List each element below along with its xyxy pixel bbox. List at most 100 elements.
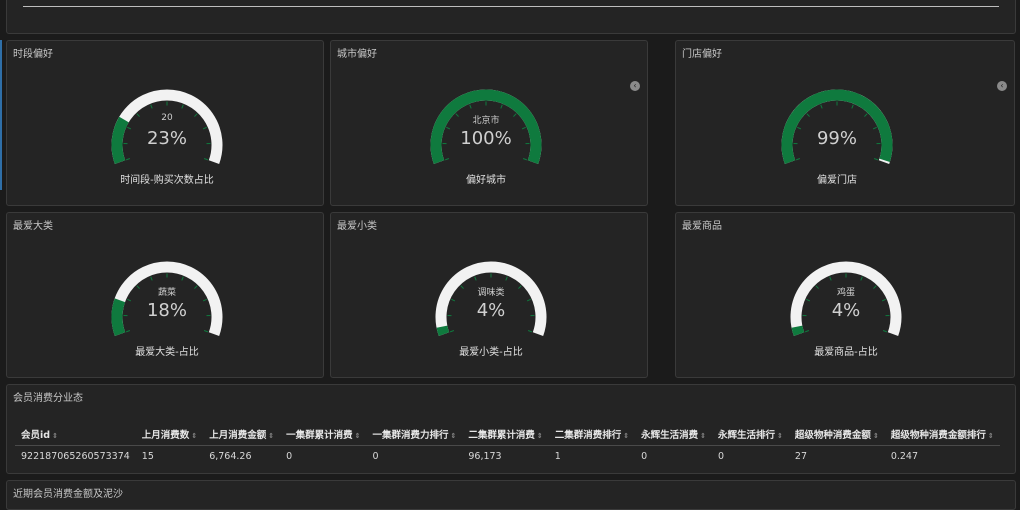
gauge-tick xyxy=(830,277,831,281)
gauge-top-value: 鸡蛋 xyxy=(786,285,906,298)
gauge-fill xyxy=(442,327,444,334)
gauge-panel-city: 城市偏好 ‹ 北京市100%偏好城市 xyxy=(330,40,648,206)
sort-icon[interactable]: ⇕ xyxy=(777,432,783,440)
sort-icon[interactable]: ⇕ xyxy=(537,432,543,440)
panel-title: 近期会员消费金额及泥沙 xyxy=(13,485,123,500)
gauge-tick xyxy=(151,277,152,281)
gauge-tick xyxy=(204,159,208,160)
left-edge-strip xyxy=(0,40,2,190)
column-header[interactable]: 超级物种消费金额⇕ xyxy=(789,427,885,446)
gauge-dial xyxy=(426,87,546,167)
gauge-top-value: 20 xyxy=(107,113,227,123)
gauge-percent: 100% xyxy=(426,128,546,149)
column-header-label: 二集群累计消费 xyxy=(468,430,535,441)
table-cell: 15 xyxy=(136,446,203,463)
gauge-tick xyxy=(523,159,527,160)
gauge-tick xyxy=(861,277,862,281)
column-header[interactable]: 会员id⇕ xyxy=(15,427,136,446)
gauge-panel-time: 时段偏好 2023%时间段-购买次数占比 xyxy=(6,40,324,206)
gauge-tick xyxy=(501,105,502,109)
gauge-tick xyxy=(470,105,471,109)
gauge-label: 偏爱门店 xyxy=(757,171,917,186)
table-cell: 96,173 xyxy=(462,446,548,463)
gauge-dial xyxy=(107,87,227,167)
sort-icon[interactable]: ⇕ xyxy=(355,432,361,440)
gauge-percent: 23% xyxy=(107,128,227,149)
sort-icon[interactable]: ⇕ xyxy=(52,432,58,440)
gauge-tick xyxy=(821,105,822,109)
column-header-label: 上月消费数 xyxy=(142,430,190,441)
panel-title: 会员消费分业态 xyxy=(13,389,83,404)
gauge-percent: 99% xyxy=(777,128,897,149)
gauge-top-value: 蔬菜 xyxy=(107,285,227,298)
bottom-panel: 近期会员消费金额及泥沙 xyxy=(6,480,1016,510)
column-header-label: 一集群消费力排行 xyxy=(372,430,448,441)
top-banner-panel xyxy=(6,0,1016,34)
column-header-label: 一集群累计消费 xyxy=(286,430,353,441)
table-body: 922187065260573374156,764.260096,1731002… xyxy=(15,446,1000,463)
table-cell: 0 xyxy=(635,446,712,463)
table-cell: 1 xyxy=(549,446,635,463)
gauge-top-value: 调味类 xyxy=(431,285,551,298)
column-header[interactable]: 永辉生活排行⇕ xyxy=(712,427,789,446)
column-header-label: 超级物种消费金额 xyxy=(795,430,871,441)
gauge-label: 最爱小类-占比 xyxy=(411,343,571,358)
gauge-tick xyxy=(883,331,887,332)
gauge-tick xyxy=(506,277,507,281)
gauge: 调味类4%最爱小类-占比 xyxy=(431,259,551,369)
column-header-label: 超级物种消费金额排行 xyxy=(891,430,986,441)
column-header[interactable]: 一集群累计消费⇕ xyxy=(280,427,366,446)
table-row: 922187065260573374156,764.260096,1731002… xyxy=(15,446,1000,463)
gauge: 蔬菜18%最爱大类-占比 xyxy=(107,259,227,369)
gauge-tick xyxy=(182,277,183,281)
table-cell: 922187065260573374 xyxy=(15,446,136,463)
gauge-percent: 4% xyxy=(786,300,906,321)
sort-icon[interactable]: ⇕ xyxy=(450,432,456,440)
gauge-dial xyxy=(777,87,897,167)
gauge-label: 最爱大类-占比 xyxy=(87,343,247,358)
gauge-top-value: 北京市 xyxy=(426,113,546,126)
column-header-label: 永辉生活消费 xyxy=(641,430,698,441)
gauge-tick xyxy=(475,277,476,281)
gauge-label: 时间段-购买次数占比 xyxy=(87,171,247,186)
sort-icon[interactable]: ⇕ xyxy=(988,432,994,440)
sort-icon[interactable]: ⇕ xyxy=(191,432,197,440)
gauge: 99%偏爱门店 xyxy=(777,87,897,197)
sort-icon[interactable]: ⇕ xyxy=(623,432,629,440)
gauge-fill xyxy=(797,327,799,334)
panel-title: 最爱大类 xyxy=(13,217,53,232)
gauge-panel-category: 最爱大类 蔬菜18%最爱大类-占比 xyxy=(6,212,324,378)
gauge-panel-product: 最爱商品 鸡蛋4%最爱商品-占比 xyxy=(675,212,1015,378)
gauge-tick xyxy=(864,114,867,117)
banner-divider xyxy=(23,6,999,7)
column-header[interactable]: 上月消费金额⇕ xyxy=(203,427,280,446)
gauge-dial xyxy=(431,259,551,339)
table-panel: 会员消费分业态 会员id⇕上月消费数⇕上月消费金额⇕一集群累计消费⇕一集群消费力… xyxy=(6,384,1016,474)
chevron-left-icon[interactable]: ‹ xyxy=(630,81,640,91)
column-header[interactable]: 永辉生活消费⇕ xyxy=(635,427,712,446)
sort-icon[interactable]: ⇕ xyxy=(268,432,274,440)
sort-icon[interactable]: ⇕ xyxy=(873,432,879,440)
column-header[interactable]: 一集群消费力排行⇕ xyxy=(366,427,462,446)
gauge-panel-subcategory: 最爱小类 调味类4%最爱小类-占比 xyxy=(330,212,648,378)
gauge-percent: 4% xyxy=(431,300,551,321)
gauge-dial xyxy=(107,259,227,339)
chevron-left-icon[interactable]: ‹ xyxy=(997,81,1007,91)
data-table: 会员id⇕上月消费数⇕上月消费金额⇕一集群累计消费⇕一集群消费力排行⇕二集群累计… xyxy=(15,427,1000,462)
gauge-panel-store: 门店偏好 ‹ 99%偏爱门店 xyxy=(675,40,1015,206)
column-header[interactable]: 上月消费数⇕ xyxy=(136,427,203,446)
gauge-tick xyxy=(445,159,449,160)
gauge-tick xyxy=(450,331,454,332)
gauge-tick xyxy=(126,159,130,160)
table-cell: 0 xyxy=(712,446,789,463)
gauge-tick xyxy=(796,159,800,160)
column-header[interactable]: 二集群累计消费⇕ xyxy=(462,427,548,446)
gauge-tick xyxy=(852,105,853,109)
gauge-tick xyxy=(805,331,809,332)
column-header-label: 二集群消费排行 xyxy=(555,430,622,441)
sort-icon[interactable]: ⇕ xyxy=(700,432,706,440)
column-header[interactable]: 二集群消费排行⇕ xyxy=(549,427,635,446)
gauge: 北京市100%偏好城市 xyxy=(426,87,546,197)
column-header[interactable]: 超级物种消费金额排行⇕ xyxy=(885,427,1000,446)
table-cell: 27 xyxy=(789,446,885,463)
